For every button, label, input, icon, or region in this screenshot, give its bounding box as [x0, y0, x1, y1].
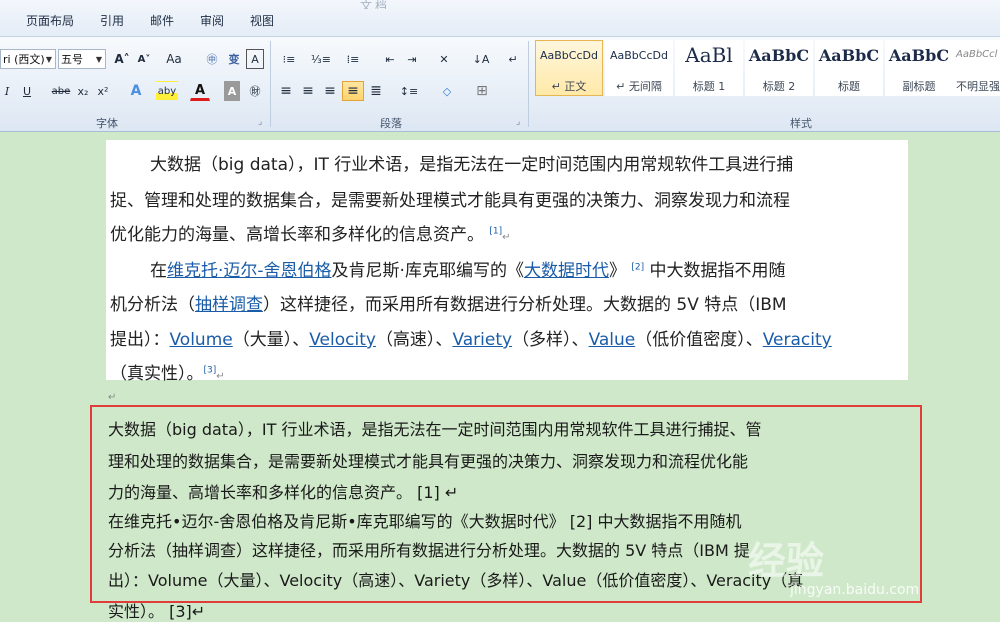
style-heading-2[interactable]: AaBbC 标题 2 — [745, 40, 813, 96]
paragraph-group-label: 段落 — [380, 117, 402, 130]
enclose-char-button[interactable]: ㊖ — [246, 81, 264, 101]
chevron-down-icon: ▼ — [45, 54, 52, 64]
style-sample: AaBbCcl — [956, 49, 998, 60]
citation-link[interactable]: [1] — [489, 226, 502, 236]
distributed-button[interactable]: ≣ — [366, 81, 386, 101]
superscript-button[interactable]: x² — [94, 81, 112, 101]
hyperlink-volume[interactable]: Volume — [170, 330, 233, 350]
style-heading-1[interactable]: AaBl 标题 1 — [675, 40, 743, 96]
sort-button[interactable]: ↓A — [470, 49, 492, 69]
style-label: 不明显强 — [956, 80, 1000, 93]
style-label: ↵ 无间隔 — [616, 80, 662, 93]
font-size-combo[interactable]: 五号 ▼ — [58, 49, 106, 69]
style-no-spacing[interactable]: AaBbCcDd ↵ 无间隔 — [605, 40, 673, 96]
font-name-value: ri (西文) — [3, 53, 45, 66]
style-label: 标题 2 — [762, 80, 796, 93]
style-sample: AaBl — [685, 43, 733, 67]
paragraph-mark: ↵ — [216, 371, 225, 382]
subscript-button[interactable]: x₂ — [74, 81, 92, 101]
clear-format-button[interactable]: 变 — [224, 49, 244, 69]
chevron-down-icon: ▼ — [95, 54, 102, 64]
hyperlink-value[interactable]: Value — [589, 330, 636, 350]
style-subtitle[interactable]: AaBbC 副标题 — [885, 40, 953, 96]
increase-indent-button[interactable]: ⇥ — [402, 49, 422, 69]
font-size-value: 五号 — [61, 53, 83, 66]
char-shading-button[interactable]: A — [224, 81, 240, 101]
hyperlink-veracity[interactable]: Veracity — [763, 330, 832, 350]
line-spacing-button[interactable]: ↕≡ — [396, 81, 422, 101]
doc-line: 机分析法（抽样调查）这样捷径，而采用所有数据进行分析处理。大数据的 5V 特点（… — [110, 295, 787, 315]
style-sample: AaBbC — [818, 46, 880, 65]
style-subtle-emphasis[interactable]: AaBbCcl 不明显强 — [953, 40, 1000, 96]
doc-line: 大数据（big data），IT 行业术语，是指无法在一定时间范围内用常规软件工… — [150, 155, 794, 175]
dialog-launcher-icon[interactable]: ⌟ — [516, 117, 520, 127]
change-case-button[interactable]: Aa — [162, 49, 186, 69]
watermark: 经验 — [748, 539, 825, 583]
tab-references[interactable]: 引用 — [100, 12, 124, 29]
font-name-combo[interactable]: ri (西文) ▼ — [0, 49, 56, 69]
citation-link[interactable]: [3] — [204, 365, 217, 375]
font-group-label: 字体 — [96, 117, 118, 130]
bullets-button[interactable]: ⁝≡ — [276, 49, 302, 69]
citation-link[interactable]: [2] — [631, 262, 644, 272]
group-divider — [528, 41, 529, 127]
style-label: 副标题 — [902, 80, 936, 93]
doc-line: 提出）：Volume（大量）、Velocity（高速）、Variety（多样）、… — [110, 330, 832, 350]
doc-line: 在维克托·迈尔-舍恩伯格及肯尼斯·库克耶编写的《大数据时代》 [2] 中大数据指… — [150, 261, 786, 281]
tab-mailings[interactable]: 邮件 — [150, 12, 174, 29]
ribbon-tab-bar: 文档 页面布局 引用 邮件 审阅 视图 — [0, 0, 1000, 36]
align-center-button[interactable]: ≡ — [298, 81, 318, 101]
highlight-button[interactable]: aby — [156, 81, 178, 101]
text-effects-button[interactable]: A — [126, 81, 146, 101]
hyperlink-velocity[interactable]: Velocity — [309, 330, 376, 350]
paragraph-mark: ↵ — [502, 232, 511, 243]
align-right-button[interactable]: ≡ — [320, 81, 340, 101]
grow-font-button[interactable]: A˄ — [112, 49, 132, 69]
underline-button[interactable]: U — [18, 81, 36, 101]
hyperlink-book[interactable]: 大数据时代 — [524, 261, 609, 281]
borders-button[interactable]: ⊞ — [470, 81, 494, 101]
hyperlink-sampling[interactable]: 抽样调查 — [195, 295, 263, 315]
style-normal[interactable]: AaBbCcDd ↵ 正文 — [535, 40, 603, 96]
style-label: 标题 — [838, 80, 860, 93]
chinese-layout-button[interactable]: ✕ — [432, 49, 456, 69]
doc-line: 捉、管理和处理的数据集合，是需要新处理模式才能具有更强的决策力、洞察发现力和流程 — [110, 191, 790, 211]
show-marks-button[interactable]: ↵ — [504, 49, 522, 69]
style-sample: AaBbCcDd — [540, 49, 598, 62]
style-label: ↵ 正文 — [551, 80, 587, 93]
styles-gallery: AaBbCcDd ↵ 正文 AaBbCcDd ↵ 无间隔 AaBl 标题 1 A… — [533, 40, 1000, 98]
shading-button[interactable]: ◇ — [436, 81, 458, 101]
tab-view[interactable]: 视图 — [250, 12, 274, 29]
numbering-button[interactable]: ⅓≡ — [308, 49, 334, 69]
styles-group-label: 样式 — [790, 117, 812, 130]
watermark-url: jingyan.baidu.com — [790, 582, 920, 598]
italic-button[interactable]: I — [0, 81, 14, 101]
justify-button[interactable]: ≡ — [342, 81, 364, 101]
document-original-text: 大数据（big data），IT 行业术语，是指无法在一定时间范围内用常规软件工… — [106, 140, 908, 384]
font-color-button[interactable]: A — [190, 81, 210, 101]
tab-page-layout[interactable]: 页面布局 — [26, 12, 74, 29]
char-border-button[interactable]: A — [246, 49, 264, 69]
style-title[interactable]: AaBbC 标题 — [815, 40, 883, 96]
phonetic-guide-button[interactable]: ㊥ — [202, 49, 222, 69]
decrease-indent-button[interactable]: ⇤ — [380, 49, 400, 69]
hyperlink-author[interactable]: 维克托·迈尔-舍恩伯格 — [167, 261, 332, 281]
style-sample: AaBbCcDd — [610, 49, 668, 62]
multilevel-list-button[interactable]: ⁞≡ — [340, 49, 366, 69]
doc-line: （真实性）。[3]↵ — [110, 364, 225, 384]
align-left-button[interactable]: ≡ — [276, 81, 296, 101]
window-title: 文档 — [360, 0, 391, 9]
shrink-font-button[interactable]: A˅ — [134, 49, 154, 69]
style-label: 标题 1 — [692, 80, 726, 93]
tab-review[interactable]: 审阅 — [200, 12, 224, 29]
strikethrough-button[interactable]: abe — [50, 81, 72, 101]
hyperlink-variety[interactable]: Variety — [452, 330, 512, 350]
style-sample: AaBbC — [888, 46, 950, 65]
paragraph-mark: ↵ — [108, 392, 117, 403]
dialog-launcher-icon[interactable]: ⌟ — [258, 117, 262, 127]
style-sample: AaBbC — [748, 46, 810, 65]
group-divider — [270, 41, 271, 127]
doc-line: 优化能力的海量、高增长率和多样化的信息资产。 [1]↵ — [110, 225, 511, 245]
